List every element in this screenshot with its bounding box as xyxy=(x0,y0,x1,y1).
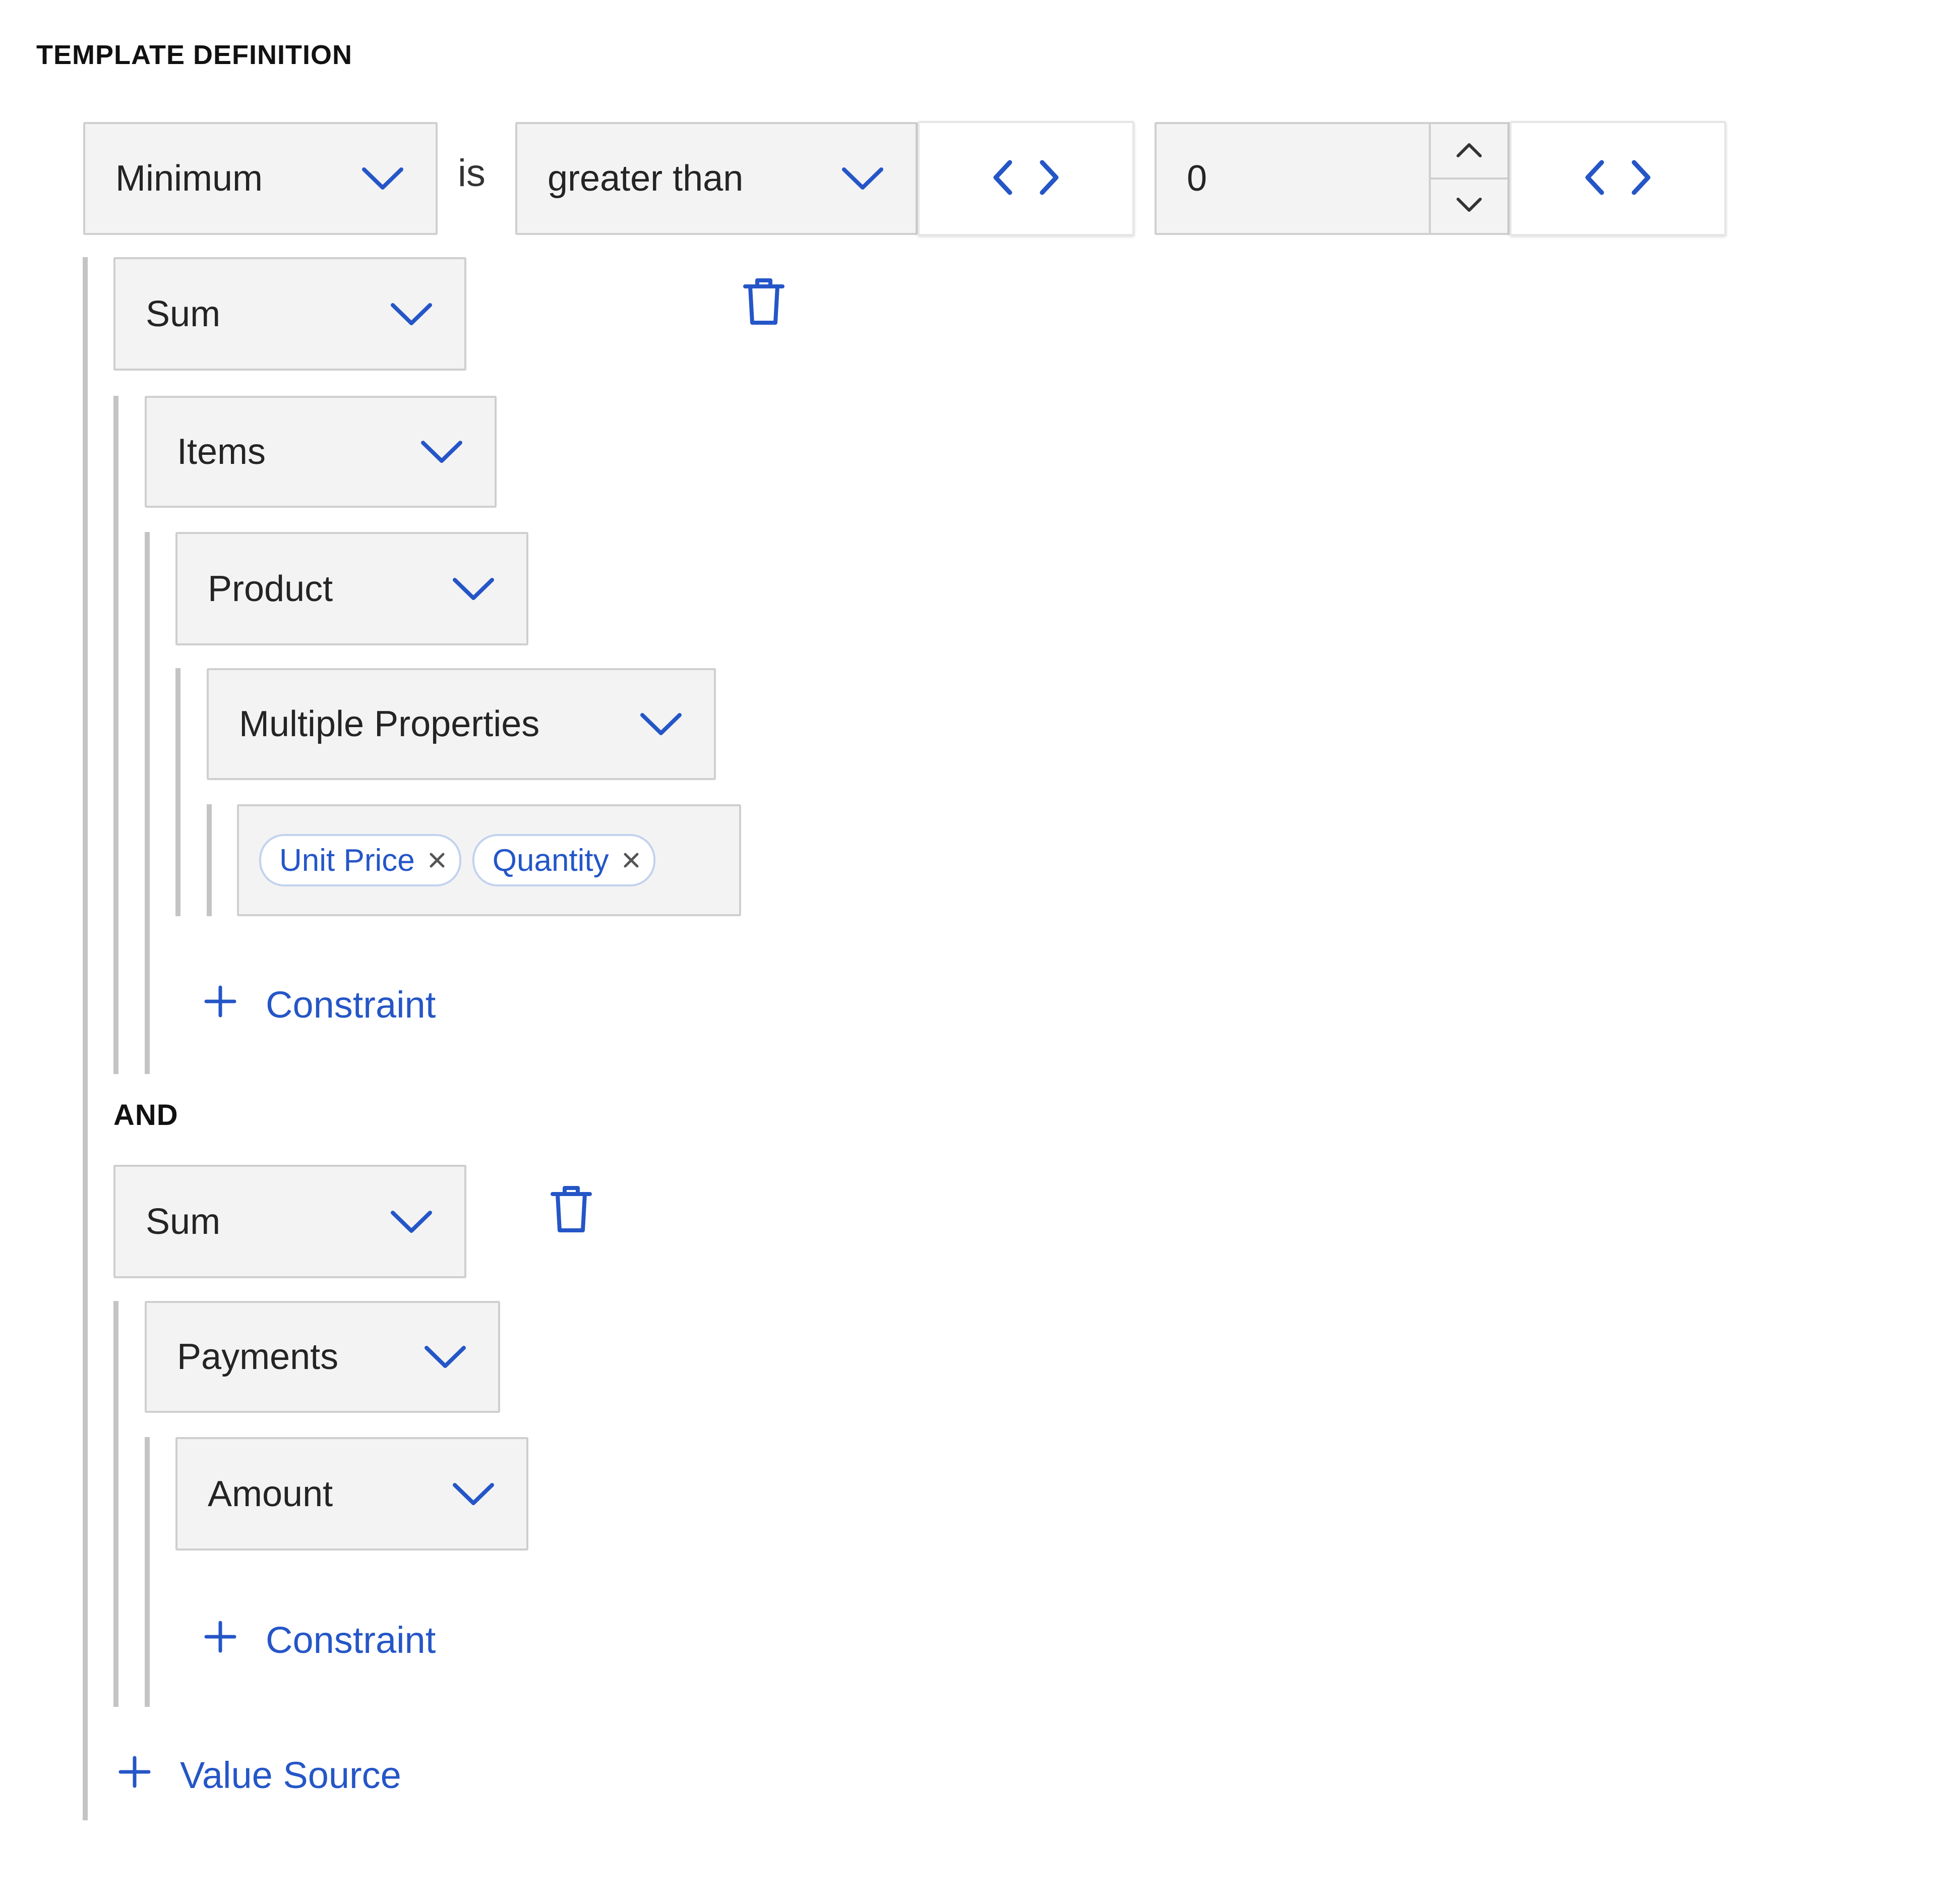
threshold-value: 0 xyxy=(1187,158,1207,199)
group2-nesting-guide xyxy=(113,1301,118,1707)
group1-function-select[interactable]: Sum xyxy=(113,257,466,371)
close-icon[interactable] xyxy=(621,850,641,870)
group2-add-constraint-link[interactable]: Constraint xyxy=(204,1619,436,1661)
operator-select[interactable]: greater than xyxy=(515,122,918,235)
chevron-down-icon xyxy=(422,1342,468,1372)
tag-label: Unit Price xyxy=(279,843,415,878)
chevron-down-icon xyxy=(840,163,885,194)
plus-icon xyxy=(118,1754,151,1797)
chevron-up-icon xyxy=(1454,140,1484,162)
code-brackets-icon xyxy=(1583,157,1653,200)
group1-add-constraint-link[interactable]: Constraint xyxy=(204,983,436,1026)
chevron-down-icon xyxy=(419,437,464,467)
group1-delete-button[interactable] xyxy=(736,275,792,330)
aggregate-select-value: Minimum xyxy=(115,158,263,199)
chevron-down-icon xyxy=(389,299,434,329)
group1-source-value: Items xyxy=(177,432,266,472)
group1-property-mode-select[interactable]: Multiple Properties xyxy=(207,668,716,780)
group2-field-select[interactable]: Amount xyxy=(175,1437,528,1551)
chevron-down-icon xyxy=(451,574,496,604)
code-brackets-icon xyxy=(991,157,1061,200)
tag-label: Quantity xyxy=(492,843,609,878)
aggregate-select[interactable]: Minimum xyxy=(83,122,438,235)
tag-quantity: Quantity xyxy=(472,834,655,886)
add-constraint-label: Constraint xyxy=(266,1619,436,1661)
increment-button[interactable] xyxy=(1431,124,1507,180)
threshold-value-input[interactable]: 0 xyxy=(1155,122,1431,235)
operator-select-value: greater than xyxy=(548,158,744,199)
plus-icon xyxy=(204,1619,236,1661)
operator-code-toggle-button[interactable] xyxy=(918,121,1134,236)
group1-nesting-guide xyxy=(113,396,118,1074)
chevron-down-icon xyxy=(451,1479,496,1509)
chevron-down-icon xyxy=(638,709,684,739)
group2-delete-button[interactable] xyxy=(543,1182,599,1238)
add-constraint-label: Constraint xyxy=(266,984,436,1026)
trash-icon xyxy=(741,276,786,329)
chevron-down-icon xyxy=(1454,195,1484,218)
group2-function-value: Sum xyxy=(146,1201,221,1242)
group1-field-value: Product xyxy=(208,568,333,609)
add-value-source-label: Value Source xyxy=(180,1754,401,1796)
group1-source-select[interactable]: Items xyxy=(145,396,497,508)
group1-properties-tag-input[interactable]: Unit Price Quantity xyxy=(237,804,741,916)
group1-items-nesting-guide xyxy=(145,532,150,1074)
trash-icon xyxy=(549,1184,594,1237)
group1-property-mode-value: Multiple Properties xyxy=(239,704,540,744)
plus-icon xyxy=(204,983,236,1026)
group1-product-nesting-guide xyxy=(175,668,180,916)
add-value-source-link[interactable]: Value Source xyxy=(118,1754,401,1797)
group2-payments-nesting-guide xyxy=(145,1437,150,1707)
section-title: TEMPLATE DEFINITION xyxy=(36,40,352,70)
chevron-down-icon xyxy=(389,1207,434,1237)
outer-nesting-guide xyxy=(83,257,88,1820)
chevron-down-icon xyxy=(360,163,405,194)
tag-unit-price: Unit Price xyxy=(259,834,461,886)
group1-function-value: Sum xyxy=(146,293,221,334)
join-operator-label: AND xyxy=(113,1099,178,1132)
group2-function-select[interactable]: Sum xyxy=(113,1165,466,1278)
threshold-stepper[interactable] xyxy=(1429,122,1509,235)
decrement-button[interactable] xyxy=(1431,180,1507,233)
group1-field-select[interactable]: Product xyxy=(175,532,528,645)
group2-source-select[interactable]: Payments xyxy=(145,1301,500,1413)
value-code-toggle-button[interactable] xyxy=(1509,121,1726,236)
group1-properties-nesting-guide xyxy=(207,804,212,916)
close-icon[interactable] xyxy=(427,850,447,870)
group2-field-value: Amount xyxy=(208,1473,333,1514)
is-label: is xyxy=(458,152,486,195)
group2-source-value: Payments xyxy=(177,1337,339,1377)
